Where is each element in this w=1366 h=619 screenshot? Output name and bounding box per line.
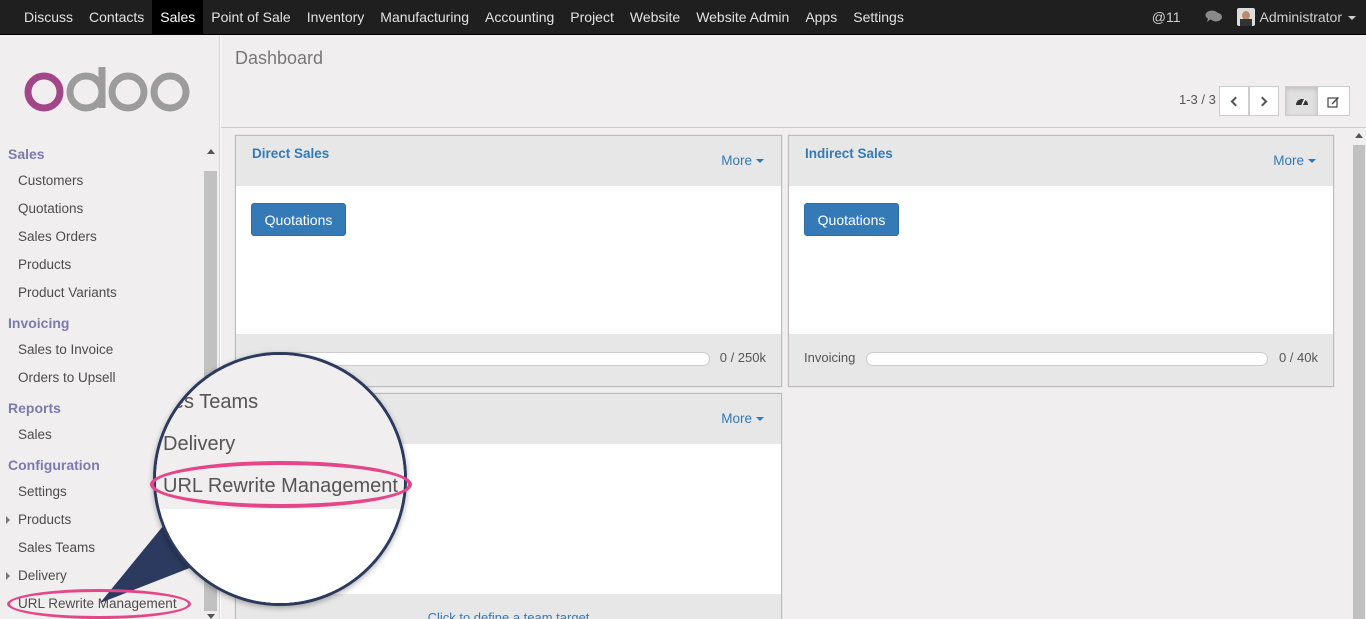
expand-arrow-icon[interactable] xyxy=(6,572,10,580)
section-configuration: Configuration xyxy=(8,457,100,473)
caret-down-icon xyxy=(756,159,764,164)
sidebar-item-product-variants[interactable]: Product Variants xyxy=(18,285,117,300)
target-value[interactable]: 0 / 250k xyxy=(720,350,766,365)
quotations-button[interactable]: Quotations xyxy=(804,203,899,236)
progress-bar xyxy=(866,352,1268,366)
sidebar-item-sales-orders[interactable]: Sales Orders xyxy=(18,229,97,244)
card-title[interactable]: Indirect Sales xyxy=(805,146,893,161)
team-card-indirect-sales: Indirect Sales More Quotations Invoicing… xyxy=(788,135,1334,387)
sidebar-item-customers[interactable]: Customers xyxy=(18,173,83,188)
edit-icon xyxy=(1327,96,1339,108)
chevron-left-icon xyxy=(1230,96,1241,106)
sidebar-item-products[interactable]: Products xyxy=(18,257,71,272)
sidebar-item-settings[interactable]: Settings xyxy=(18,484,67,499)
scroll-up-icon[interactable] xyxy=(1355,133,1363,138)
sidebar-item-orders-to-upsell[interactable]: Orders to Upsell xyxy=(18,370,116,385)
quotations-button[interactable]: Quotations xyxy=(251,203,346,236)
card-header: Direct Sales More xyxy=(236,136,781,186)
app-menu: Discuss Contacts Sales Point of Sale Inv… xyxy=(16,0,912,34)
menu-apps[interactable]: Apps xyxy=(797,0,845,34)
top-navbar: Discuss Contacts Sales Point of Sale Inv… xyxy=(0,0,1366,35)
odoo-logo[interactable] xyxy=(24,65,194,116)
target-value[interactable]: 0 / 40k xyxy=(1279,350,1318,365)
menu-point-of-sale[interactable]: Point of Sale xyxy=(203,0,298,34)
sidebar-item-reports-sales[interactable]: Sales xyxy=(18,427,52,442)
card-header: Indirect Sales More xyxy=(789,136,1333,186)
scroll-up-icon[interactable] xyxy=(207,149,215,154)
sidebar-item-quotations[interactable]: Quotations xyxy=(18,201,83,216)
menu-inventory[interactable]: Inventory xyxy=(299,0,373,34)
card-title[interactable]: Direct Sales xyxy=(252,146,329,161)
mentions-counter[interactable]: @11 xyxy=(1152,9,1181,25)
sidebar-item-delivery[interactable]: Delivery xyxy=(18,568,67,583)
zoom-item-sales-teams: Sales Teams xyxy=(153,391,259,413)
more-label: More xyxy=(1273,153,1304,168)
section-sales: Sales xyxy=(8,146,45,162)
dashboard-view-button[interactable] xyxy=(1285,86,1318,116)
breadcrumb: Dashboard xyxy=(235,48,324,68)
scrollbar-thumb[interactable] xyxy=(1353,145,1365,619)
pager-previous-button[interactable] xyxy=(1219,86,1249,116)
team-card-direct-sales: Direct Sales More Quotations 0 / 250k xyxy=(235,135,782,387)
menu-project[interactable]: Project xyxy=(562,0,622,34)
scroll-down-icon[interactable] xyxy=(207,614,215,619)
menu-manufacturing[interactable]: Manufacturing xyxy=(372,0,477,34)
menu-accounting[interactable]: Accounting xyxy=(477,0,562,34)
section-invoicing: Invoicing xyxy=(8,315,70,331)
chat-icon[interactable] xyxy=(1205,9,1223,26)
pager-value[interactable]: 1-3 / 3 xyxy=(1179,92,1216,107)
more-dropdown[interactable]: More xyxy=(1273,153,1316,168)
user-avatar[interactable] xyxy=(1236,8,1255,26)
zoom-highlight-ring xyxy=(150,461,412,508)
chevron-right-icon xyxy=(1257,96,1268,106)
menu-settings[interactable]: Settings xyxy=(845,0,912,34)
sidebar-item-sales-teams[interactable]: Sales Teams xyxy=(18,540,95,555)
more-dropdown[interactable]: More xyxy=(721,411,764,426)
pager-next-button[interactable] xyxy=(1249,86,1279,116)
zoom-lower-area xyxy=(156,509,404,603)
caret-down-icon xyxy=(756,417,764,422)
tachometer-icon xyxy=(1295,98,1308,106)
sidebar-item-sales-to-invoice[interactable]: Sales to Invoice xyxy=(18,342,113,357)
form-view-button[interactable] xyxy=(1317,86,1350,116)
menu-website[interactable]: Website xyxy=(622,0,688,34)
systray: @11 Administrator xyxy=(1152,0,1356,34)
invoicing-label: Invoicing xyxy=(804,350,856,365)
menu-discuss[interactable]: Discuss xyxy=(16,0,81,34)
user-menu[interactable]: Administrator xyxy=(1260,9,1356,25)
more-label: More xyxy=(721,411,752,426)
define-target-link[interactable]: Click to define a team target xyxy=(236,610,781,619)
zoom-item-delivery: Delivery xyxy=(163,433,236,455)
content-scrollbar[interactable] xyxy=(1352,128,1366,619)
menu-sales[interactable]: Sales xyxy=(152,0,204,34)
more-label: More xyxy=(721,153,752,168)
sidebar-item-config-products[interactable]: Products xyxy=(18,512,71,527)
chevron-down-icon xyxy=(1348,16,1356,21)
section-reports: Reports xyxy=(8,400,61,416)
control-panel: Dashboard 1-3 / 3 xyxy=(221,35,1366,128)
user-name: Administrator xyxy=(1259,9,1342,25)
menu-website-admin[interactable]: Website Admin xyxy=(688,0,797,34)
card-footer: Invoicing 0 / 40k xyxy=(789,334,1333,386)
expand-arrow-icon[interactable] xyxy=(6,516,10,524)
caret-down-icon xyxy=(1308,159,1316,164)
more-dropdown[interactable]: More xyxy=(721,153,764,168)
menu-contacts[interactable]: Contacts xyxy=(81,0,152,34)
